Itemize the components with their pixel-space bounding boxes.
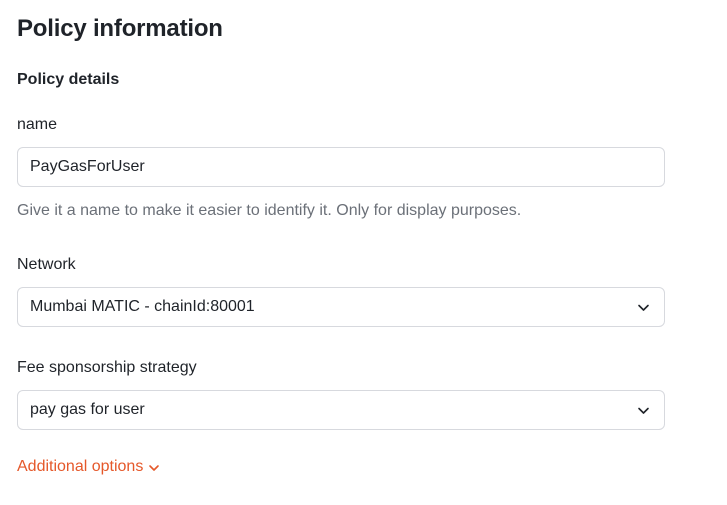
chevron-down-icon bbox=[638, 407, 649, 414]
chevron-down-icon bbox=[149, 465, 160, 471]
chevron-down-icon bbox=[638, 304, 649, 311]
fee-strategy-select-value: pay gas for user bbox=[30, 401, 145, 418]
network-select-value: Mumbai MATIC - chainId:80001 bbox=[30, 298, 255, 315]
network-select[interactable]: Mumbai MATIC - chainId:80001 bbox=[17, 287, 665, 327]
additional-options-toggle[interactable]: Additional options bbox=[17, 457, 160, 477]
additional-options-label: Additional options bbox=[17, 458, 144, 475]
name-input[interactable] bbox=[18, 148, 664, 186]
fee-strategy-label: Fee sponsorship strategy bbox=[17, 359, 197, 376]
name-input-container bbox=[17, 147, 665, 187]
page-title: Policy information bbox=[17, 15, 223, 42]
fee-strategy-select[interactable]: pay gas for user bbox=[17, 390, 665, 430]
name-label: name bbox=[17, 116, 58, 133]
name-help-text: Give it a name to make it easier to iden… bbox=[17, 202, 522, 219]
section-title-policy-details: Policy details bbox=[17, 71, 120, 88]
network-label: Network bbox=[17, 256, 76, 273]
